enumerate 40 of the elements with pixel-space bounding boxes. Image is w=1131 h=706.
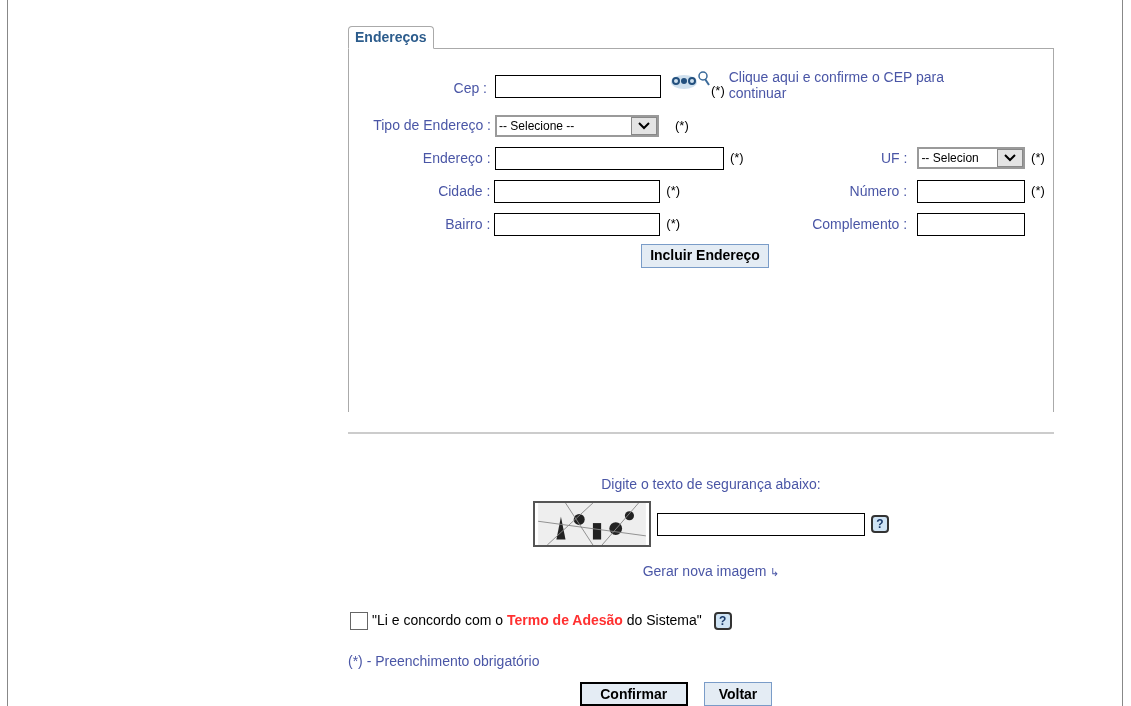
field-label: Cidade : bbox=[437, 181, 492, 201]
tab[interactable]: Endereços bbox=[348, 25, 434, 49]
field-label: UF : bbox=[879, 148, 909, 168]
agreement-text: "Li e concordo com o Termo de Adesão do Sistema" bbox=[372, 611, 702, 630]
dropdown-icon bbox=[631, 116, 657, 135]
help-icon[interactable]: ? bbox=[871, 515, 889, 533]
help-icon[interactable]: ? bbox=[713, 611, 732, 630]
confirm-cep-link[interactable]: Clique aqui e confirme o CEP para continuar bbox=[728, 68, 989, 101]
dropdown-icon bbox=[997, 149, 1024, 168]
field-label: Número : bbox=[848, 181, 909, 201]
select-field[interactable]: -- Selecion bbox=[917, 147, 1026, 170]
required-mark: (*) bbox=[1030, 182, 1046, 201]
regenerate-image-link[interactable]: Gerar nova imagem ↳ bbox=[642, 561, 780, 582]
captcha-field[interactable] bbox=[657, 512, 865, 536]
input-field[interactable] bbox=[494, 146, 724, 170]
form-button[interactable]: Voltar bbox=[703, 682, 773, 706]
required-mark: (*) bbox=[711, 81, 725, 100]
captcha-prompt: Digite o texto de segurança abaixo: bbox=[601, 475, 821, 494]
required-mark: (*) bbox=[665, 215, 682, 234]
field-label: Complemento : bbox=[811, 214, 909, 234]
form-button[interactable]: Confirmar bbox=[579, 682, 688, 706]
required-mark: (*) bbox=[674, 117, 690, 135]
field-label: Bairro : bbox=[444, 214, 492, 234]
select-field[interactable]: -- Selecione -- bbox=[495, 114, 659, 137]
field-label: Endereço : bbox=[421, 148, 492, 168]
cep-search-icon[interactable] bbox=[669, 70, 711, 91]
required-mark: (*) bbox=[1030, 149, 1046, 168]
field-label: Tipo de Endereço : bbox=[372, 116, 492, 136]
input-field[interactable] bbox=[917, 179, 1026, 203]
terms-link[interactable]: Termo de Adesão bbox=[506, 612, 623, 628]
input-field[interactable] bbox=[917, 212, 1026, 236]
required-mark: (*) bbox=[665, 182, 681, 201]
required-note: (*) - Preenchimento obrigatório bbox=[348, 652, 540, 671]
add-address-button[interactable]: Incluir Endereço bbox=[641, 243, 769, 268]
input-field[interactable] bbox=[495, 74, 661, 98]
input-field[interactable] bbox=[494, 179, 661, 203]
input-field[interactable] bbox=[494, 212, 661, 236]
required-mark: (*) bbox=[728, 149, 745, 168]
agreement-checkbox[interactable] bbox=[350, 611, 368, 630]
field-label: Cep : bbox=[452, 78, 488, 98]
